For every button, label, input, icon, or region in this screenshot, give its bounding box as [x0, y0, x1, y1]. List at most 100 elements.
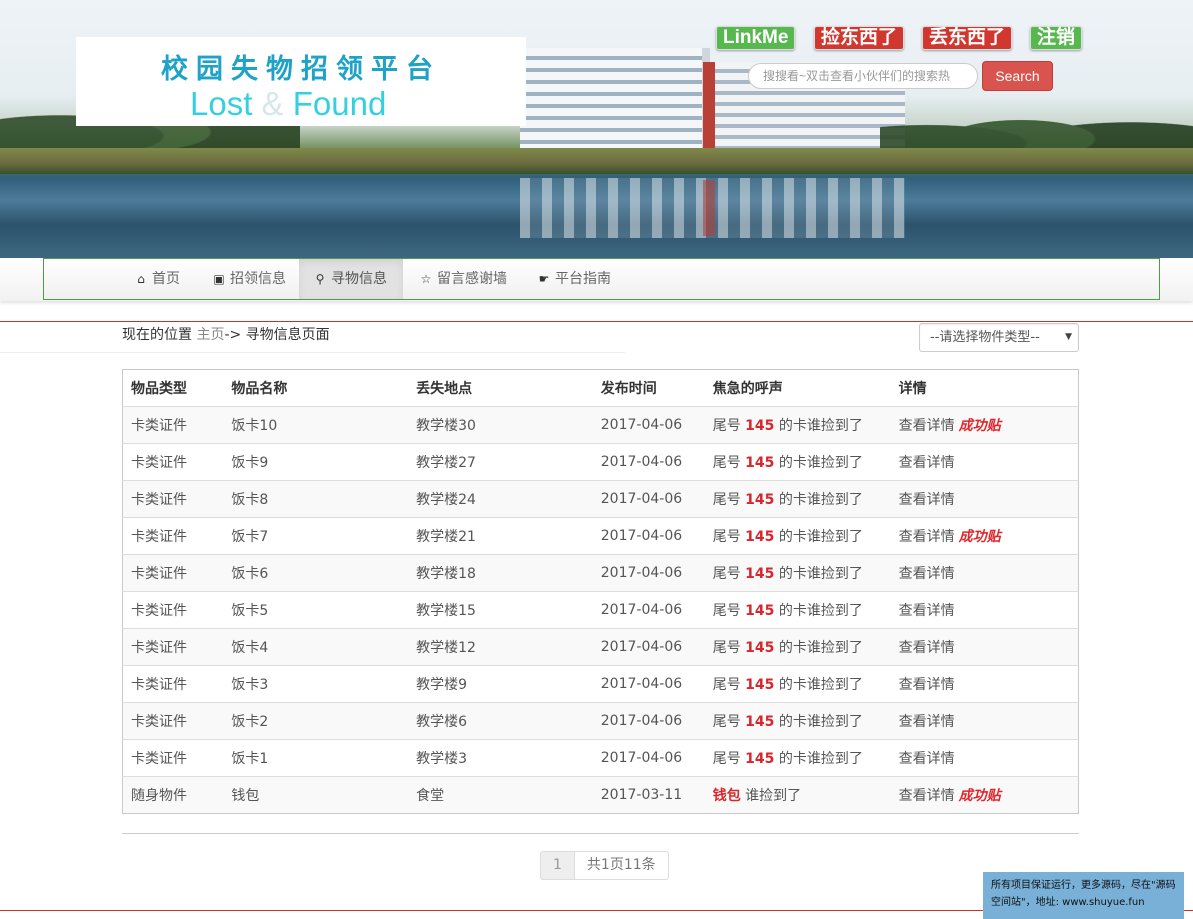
cry-prefix: 尾号	[712, 418, 741, 434]
cell-type: 卡类证件	[122, 739, 224, 777]
content-top-divider	[0, 321, 1193, 322]
cell-name: 饭卡6	[223, 554, 409, 592]
cell-type: 卡类证件	[122, 517, 224, 555]
pagination: 1 共1页11条	[540, 851, 669, 880]
table-row: 卡类证件 饭卡5 教学楼15 2017-04-06 尾号 145 的卡谁捡到了 查看详情	[122, 591, 1079, 629]
logo-english-title: Lost & Found	[190, 85, 386, 123]
cell-name: 饭卡8	[223, 480, 409, 518]
search-input[interactable]: 搜搜看~双击查看小伙伴们的搜索热	[748, 63, 978, 89]
search-button[interactable]: Search	[982, 61, 1053, 91]
cell-place: 教学楼27	[408, 443, 593, 481]
nav-lost-info[interactable]: ⚲ 寻物信息	[299, 259, 403, 299]
col-header-date: 发布时间	[592, 369, 705, 407]
found-item-link[interactable]: 捡东西了	[814, 26, 905, 50]
lost-item-link[interactable]: 丢东西了	[922, 26, 1013, 50]
cell-name: 饭卡3	[223, 665, 409, 703]
cry-highlight: 145	[745, 603, 775, 619]
cell-name: 饭卡9	[223, 443, 409, 481]
cell-date: 2017-04-06	[592, 480, 705, 518]
view-detail-link[interactable]: 查看详情	[899, 529, 955, 545]
linkme-link[interactable]: LinkMe	[716, 26, 796, 50]
table-row: 卡类证件 饭卡10 教学楼30 2017-04-06 尾号 145 的卡谁捡到了 查看详情…	[122, 406, 1079, 444]
breadcrumb-home-link[interactable]: 主页	[196, 327, 224, 343]
cell-detail: 查看详情	[890, 739, 1079, 777]
logo-word-found: Found	[292, 85, 387, 122]
view-detail-link[interactable]: 查看详情	[899, 455, 955, 471]
cry-suffix: 的卡谁捡到了	[778, 418, 863, 434]
cell-name: 饭卡5	[223, 591, 409, 629]
cry-suffix: 的卡谁捡到了	[778, 529, 863, 545]
header-banner: 校园失物招领平台 Lost & Found LinkMe 捡东西了 丢东西了 注…	[0, 0, 1193, 258]
cell-detail: 查看详情	[890, 628, 1079, 666]
nav-guide[interactable]: ☛ 平台指南	[523, 259, 625, 299]
cell-place: 教学楼24	[408, 480, 593, 518]
table-row: 卡类证件 饭卡2 教学楼6 2017-04-06 尾号 145 的卡谁捡到了 查看详情	[122, 702, 1079, 740]
table-row: 卡类证件 饭卡1 教学楼3 2017-04-06 尾号 145 的卡谁捡到了 查看详情	[122, 739, 1079, 777]
logo-word-lost: Lost	[190, 85, 253, 122]
view-detail-link[interactable]: 查看详情	[899, 677, 955, 693]
nav-thanks-wall[interactable]: ☆ 留言感谢墙	[405, 259, 521, 299]
page-1-button[interactable]: 1	[540, 851, 575, 880]
cell-detail: 查看详情	[890, 480, 1079, 518]
view-detail-link[interactable]: 查看详情	[899, 714, 955, 730]
success-badge: 成功贴	[958, 418, 1001, 434]
cry-highlight: 145	[745, 418, 775, 434]
cry-prefix: 尾号	[712, 455, 741, 471]
cry-highlight: 145	[745, 566, 775, 582]
view-detail-link[interactable]: 查看详情	[899, 492, 955, 508]
cry-prefix: 尾号	[712, 751, 741, 767]
cell-type: 卡类证件	[122, 443, 224, 481]
view-detail-link[interactable]: 查看详情	[899, 788, 955, 804]
cell-name: 钱包	[223, 776, 409, 814]
breadcrumb-current: -> 寻物信息页面	[224, 327, 330, 343]
table-row: 卡类证件 饭卡8 教学楼24 2017-04-06 尾号 145 的卡谁捡到了 查看详情	[122, 480, 1079, 518]
pagination-divider	[122, 833, 1079, 834]
cell-date: 2017-04-06	[592, 665, 705, 703]
cell-cry: 尾号 145 的卡谁捡到了	[704, 665, 891, 703]
view-detail-link[interactable]: 查看详情	[899, 566, 955, 582]
source-notice-line1: 所有项目保证运行，更多源码，尽在"源码	[991, 880, 1176, 891]
cell-detail: 查看详情	[890, 665, 1079, 703]
col-header-place: 丢失地点	[408, 369, 593, 407]
item-type-select[interactable]: --请选择物件类型-- ▼	[919, 323, 1079, 352]
breadcrumb: 现在的位置 主页-> 寻物信息页面	[122, 324, 330, 344]
logo-chinese-title: 校园失物招领平台	[161, 54, 441, 85]
view-detail-link[interactable]: 查看详情	[899, 751, 955, 767]
cell-detail: 查看详情 成功贴	[890, 776, 1079, 814]
cry-suffix: 的卡谁捡到了	[778, 492, 863, 508]
cell-type: 卡类证件	[122, 406, 224, 444]
cell-detail: 查看详情 成功贴	[890, 517, 1079, 555]
logo-ampersand: &	[261, 85, 284, 122]
nav-found-info-label: 招领信息	[230, 271, 286, 287]
success-badge: 成功贴	[958, 529, 1001, 545]
cell-cry: 钱包 谁捡到了	[704, 776, 891, 814]
cell-place: 教学楼21	[408, 517, 593, 555]
cry-highlight: 145	[745, 529, 775, 545]
star-icon: ☆	[420, 272, 432, 286]
banner-red-reflection	[703, 180, 715, 236]
breadcrumb-underline	[0, 352, 625, 353]
table-header-row: 物品类型 物品名称 丢失地点 发布时间 焦急的呼声 详情	[122, 369, 1079, 407]
cell-date: 2017-04-06	[592, 739, 705, 777]
view-detail-link[interactable]: 查看详情	[899, 418, 955, 434]
cell-cry: 尾号 145 的卡谁捡到了	[704, 591, 891, 629]
view-detail-link[interactable]: 查看详情	[899, 640, 955, 656]
cell-date: 2017-04-06	[592, 554, 705, 592]
cell-date: 2017-04-06	[592, 443, 705, 481]
cell-type: 卡类证件	[122, 628, 224, 666]
picture-icon: ▣	[213, 272, 225, 286]
cell-date: 2017-04-06	[592, 702, 705, 740]
nav-home[interactable]: ⌂ 首页	[120, 259, 194, 299]
cell-type: 卡类证件	[122, 554, 224, 592]
cry-prefix: 尾号	[712, 492, 741, 508]
nav-found-info[interactable]: ▣ 招领信息	[198, 259, 300, 299]
cell-date: 2017-04-06	[592, 591, 705, 629]
cry-suffix: 的卡谁捡到了	[778, 603, 863, 619]
table-row: 随身物件 钱包 食堂 2017-03-11 钱包 谁捡到了 查看详情 成功贴	[122, 776, 1079, 814]
table-row: 卡类证件 饭卡7 教学楼21 2017-04-06 尾号 145 的卡谁捡到了 查看详情成…	[122, 517, 1079, 555]
view-detail-link[interactable]: 查看详情	[899, 603, 955, 619]
cell-cry: 尾号 145 的卡谁捡到了	[704, 739, 891, 777]
cry-highlight: 145	[745, 714, 775, 730]
logout-link[interactable]: 注销	[1030, 26, 1083, 50]
site-logo[interactable]: 校园失物招领平台 Lost & Found	[76, 37, 526, 126]
